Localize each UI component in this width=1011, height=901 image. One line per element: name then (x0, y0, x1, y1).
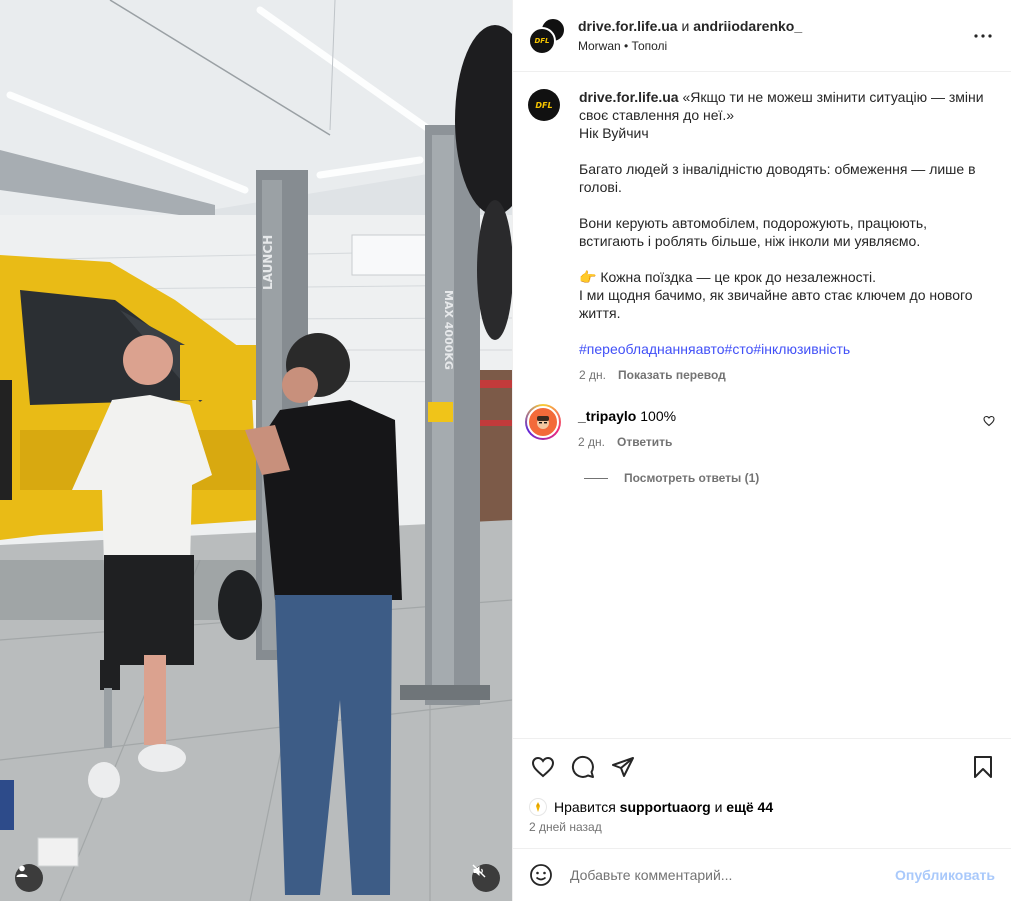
post-side-panel: DFL drive.for.life.ua и andriiodarenko_ … (512, 0, 1011, 901)
collab-names: drive.for.life.ua и andriiodarenko_ (578, 17, 971, 35)
hashtag-link[interactable]: #переобладнанняавто (579, 341, 725, 357)
emoji-button[interactable] (529, 863, 553, 887)
avatar[interactable]: DFL (528, 26, 556, 55)
post-media[interactable]: LAUNCH MAX 4000KG (0, 0, 512, 901)
caption-text: «Якщо ти не можеш змінити ситуацію — змі… (579, 89, 984, 321)
post-comment-button[interactable]: Опубликовать (895, 867, 995, 883)
add-comment-form: Опубликовать (513, 848, 1011, 901)
avatar[interactable]: DFL (528, 89, 560, 121)
comment-body: _tripaylo 100% 2 дн. Ответить (578, 404, 995, 451)
avatar-face-icon (537, 416, 549, 429)
save-button[interactable] (969, 753, 997, 781)
comment-meta: 2 дн. Ответить (578, 433, 995, 451)
user-tag-icon (16, 865, 28, 877)
user-tag-button[interactable] (15, 864, 43, 892)
comment-icon (571, 755, 594, 778)
likes-summary[interactable]: Нравится supportuaorg и ещё 44 (513, 794, 1011, 820)
comments-section[interactable]: DFL drive.for.life.ua «Якщо ти не можеш … (513, 72, 1011, 738)
more-options-button[interactable] (971, 24, 995, 48)
post-header: DFL drive.for.life.ua и andriiodarenko_ … (513, 0, 1011, 72)
likes-others[interactable]: ещё 44 (726, 799, 773, 815)
view-replies-button[interactable]: Посмотреть ответы (1) (584, 471, 995, 485)
comment-username[interactable]: _tripaylo (578, 408, 636, 424)
username-link[interactable]: andriiodarenko_ (693, 18, 802, 34)
heart-icon (531, 756, 555, 777)
bookmark-icon (974, 755, 992, 778)
comment-like-button[interactable] (983, 414, 995, 430)
collab-avatars[interactable]: DFL (528, 16, 566, 55)
username-link[interactable]: drive.for.life.ua (578, 18, 678, 34)
view-replies-label: Посмотреть ответы (1) (624, 471, 760, 485)
avatar-logo-text: DFL (535, 100, 553, 110)
like-button[interactable] (529, 753, 557, 781)
caption: DFL drive.for.life.ua «Якщо ти не можеш … (528, 88, 995, 384)
comment-input[interactable] (570, 867, 896, 883)
share-button[interactable] (609, 753, 637, 781)
likes-and: и (714, 799, 723, 815)
likes-prefix: Нравится (554, 799, 616, 815)
caption-body: drive.for.life.ua «Якщо ти не можеш змін… (579, 88, 995, 384)
comment-time[interactable]: 2 дн. (578, 433, 605, 451)
post-dialog: LAUNCH MAX 4000KG DFL drive.for.life.ua … (0, 0, 1011, 901)
svg-text:LAUNCH: LAUNCH (261, 235, 275, 290)
emoji-icon (530, 864, 552, 886)
hashtag-link[interactable]: #інклюзивність (753, 341, 850, 357)
mute-icon (472, 864, 486, 878)
header-text: drive.for.life.ua и andriiodarenko_ Morw… (578, 17, 971, 55)
hashtag-link[interactable]: #сто (725, 341, 754, 357)
and-text: и (681, 17, 690, 34)
reply-button[interactable]: Ответить (617, 433, 672, 451)
divider (584, 477, 608, 479)
avatar[interactable] (525, 404, 561, 440)
avatar-logo-text: DFL (534, 36, 550, 45)
location-audio[interactable]: Morwan • Тополі (578, 37, 971, 55)
comment-button[interactable] (569, 753, 597, 781)
svg-text:MAX 4000KG: MAX 4000KG (442, 290, 455, 370)
caption-meta: 2 дн. Показать перевод (579, 366, 995, 384)
supporter-logo-icon (536, 802, 540, 812)
caption-username[interactable]: drive.for.life.ua (579, 89, 679, 105)
comment-item: _tripaylo 100% 2 дн. Ответить (525, 404, 995, 451)
mute-button[interactable] (472, 864, 500, 892)
action-bar (513, 738, 1011, 794)
likes-user[interactable]: supportuaorg (620, 799, 711, 815)
share-icon (612, 756, 634, 777)
garage-photo: LAUNCH MAX 4000KG (0, 0, 512, 901)
heart-icon (983, 415, 995, 427)
avatar[interactable] (529, 798, 547, 816)
comment-text: 100% (640, 408, 677, 424)
more-icon (974, 33, 992, 38)
post-date[interactable]: 2 дней назад (513, 820, 1011, 844)
hashtags: #переобладнанняавто#сто#інклюзивність (579, 340, 995, 358)
translate-button[interactable]: Показать перевод (618, 366, 726, 384)
caption-time[interactable]: 2 дн. (579, 366, 606, 384)
